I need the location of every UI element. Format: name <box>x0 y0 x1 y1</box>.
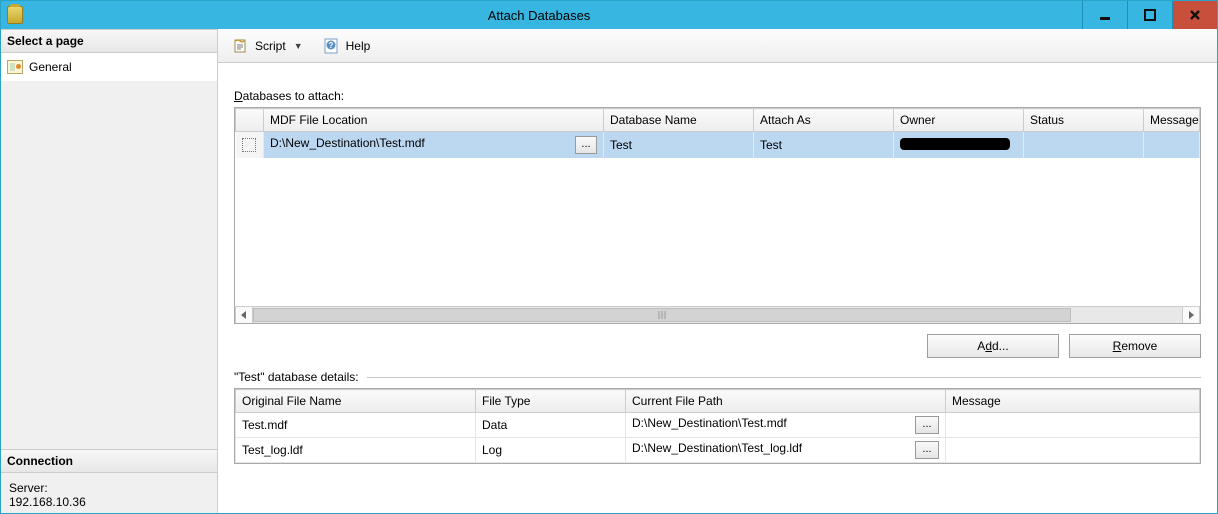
databases-grid-hscroll[interactable] <box>234 306 1201 324</box>
cell-message <box>1144 132 1200 159</box>
help-button[interactable]: ? Help <box>319 35 375 57</box>
remove-button[interactable]: Remove <box>1069 334 1201 358</box>
page-icon <box>7 60 23 74</box>
owner-redacted <box>900 138 1010 150</box>
cell-mdf: D:\New_Destination\Test.mdf <box>270 136 425 150</box>
browse-mdf-button[interactable]: ... <box>575 136 597 154</box>
right-pane: Script ▼ ? Help Databases to attach: <box>218 29 1217 513</box>
cell-msg <box>946 438 1200 463</box>
cell-orig: Test_log.ldf <box>236 438 476 463</box>
row-selector-icon <box>242 138 256 152</box>
minimize-button[interactable] <box>1082 1 1127 29</box>
maximize-button[interactable] <box>1127 1 1172 29</box>
cell-dbname[interactable]: Test <box>604 132 754 159</box>
help-label: Help <box>346 39 371 53</box>
script-icon <box>232 37 250 55</box>
browse-path-button[interactable]: ... <box>915 416 939 434</box>
col-owner[interactable]: Owner <box>894 109 1024 132</box>
title-bar: Attach Databases <box>1 1 1217 29</box>
scroll-right-button[interactable] <box>1182 307 1200 323</box>
window-title: Attach Databases <box>1 8 1077 23</box>
col-orig[interactable]: Original File Name <box>236 390 476 413</box>
databases-grid-header: MDF File Location Database Name Attach A… <box>236 109 1200 132</box>
cell-path: D:\New_Destination\Test.mdf <box>632 416 787 430</box>
svg-text:?: ? <box>328 41 333 50</box>
database-details-label: "Test" database details: <box>234 370 359 384</box>
cell-orig: Test.mdf <box>236 413 476 438</box>
scroll-thumb[interactable] <box>253 308 1071 322</box>
browse-path-button[interactable]: ... <box>915 441 939 459</box>
page-item-general[interactable]: General <box>1 57 217 77</box>
server-label: Server: <box>9 481 209 495</box>
toolbar: Script ▼ ? Help <box>218 29 1217 63</box>
col-ftype[interactable]: File Type <box>476 390 626 413</box>
cell-ftype: Log <box>476 438 626 463</box>
page-list: General <box>1 53 217 81</box>
cell-attachas[interactable]: Test <box>754 132 894 159</box>
col-message2[interactable]: Message <box>946 390 1200 413</box>
col-path[interactable]: Current File Path <box>626 390 946 413</box>
col-dbname[interactable]: Database Name <box>604 109 754 132</box>
cell-owner <box>894 132 1024 159</box>
connection-header: Connection <box>1 449 217 473</box>
databases-to-attach-label: Databases to attach: <box>234 89 1201 103</box>
scroll-left-button[interactable] <box>235 307 253 323</box>
table-row[interactable]: Test.mdf Data D:\New_Destination\Test.md… <box>236 413 1200 438</box>
close-button[interactable] <box>1172 1 1217 29</box>
details-grid[interactable]: Original File Name File Type Current Fil… <box>234 388 1201 464</box>
details-grid-header: Original File Name File Type Current Fil… <box>236 390 1200 413</box>
table-row[interactable]: Test_log.ldf Log D:\New_Destination\Test… <box>236 438 1200 463</box>
divider <box>367 377 1201 378</box>
table-row[interactable]: D:\New_Destination\Test.mdf ... Test Tes… <box>236 132 1200 159</box>
col-mdf[interactable]: MDF File Location <box>264 109 604 132</box>
col-message[interactable]: Message <box>1144 109 1200 132</box>
col-status[interactable]: Status <box>1024 109 1144 132</box>
cell-path: D:\New_Destination\Test_log.ldf <box>632 441 802 455</box>
script-button[interactable]: Script ▼ <box>228 35 307 57</box>
scroll-track[interactable] <box>253 307 1182 323</box>
cell-ftype: Data <box>476 413 626 438</box>
col-attachas[interactable]: Attach As <box>754 109 894 132</box>
cell-msg <box>946 413 1200 438</box>
left-pane: Select a page General Connection Server:… <box>1 29 218 513</box>
help-icon: ? <box>323 37 341 55</box>
add-button[interactable]: Add... <box>927 334 1059 358</box>
server-value: 192.168.10.36 <box>9 495 209 509</box>
select-a-page-header: Select a page <box>1 29 217 53</box>
page-item-label: General <box>29 60 72 74</box>
script-label: Script <box>255 39 286 53</box>
databases-grid[interactable]: MDF File Location Database Name Attach A… <box>234 107 1201 307</box>
chevron-down-icon: ▼ <box>294 41 303 51</box>
connection-block: Server: 192.168.10.36 <box>1 473 217 513</box>
cell-status <box>1024 132 1144 159</box>
